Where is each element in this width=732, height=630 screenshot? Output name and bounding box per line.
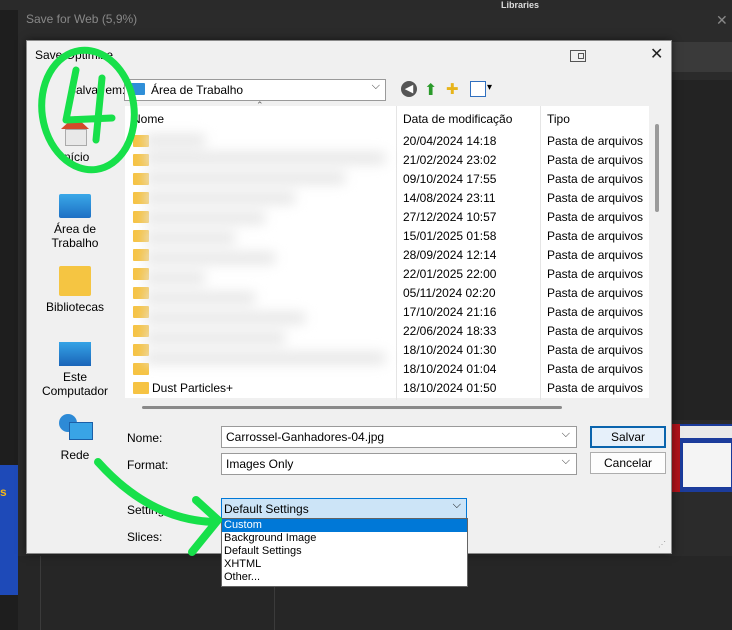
row-date: 22/06/2024 18:33 (403, 324, 497, 338)
row-type: Pasta de arquivos (547, 324, 644, 338)
option-default-settings[interactable]: Default Settings (222, 545, 467, 558)
place-label: Área de Trabalho (51, 222, 99, 250)
table-row[interactable]: Dust Particles+ 18/10/2024 01:50 Pasta de … (125, 378, 649, 397)
home-icon (59, 116, 91, 146)
dialog-title: Save Optimize (35, 48, 114, 62)
save-in-label: Salvar em: (68, 83, 126, 97)
row-type: Pasta de arquivos (547, 172, 644, 186)
row-date: 21/02/2024 23:02 (403, 153, 497, 167)
row-date: 28/09/2024 12:14 (403, 248, 497, 262)
view-menu-icon[interactable] (470, 81, 486, 97)
back-button[interactable]: ◀ (401, 81, 417, 97)
row-type: Pasta de arquivos (547, 153, 644, 167)
sort-ascending-icon: ⌃ (256, 100, 264, 110)
row-type: Pasta de arquivos (547, 248, 644, 262)
option-other[interactable]: Other... (222, 571, 467, 584)
settings-label: Setting (127, 503, 165, 517)
place-rede[interactable]: Rede (30, 414, 120, 462)
row-date: 18/10/2024 01:50 (403, 381, 497, 395)
save-for-web-close-button[interactable]: ✕ (716, 12, 728, 29)
view-menu-chevron-icon[interactable]: ▾ (487, 82, 492, 93)
row-date: 27/12/2024 10:57 (403, 210, 497, 224)
column-header-date[interactable]: Data de modificação (403, 112, 512, 126)
row-type: Pasta de arquivos (547, 381, 644, 395)
save-in-dropdown[interactable]: Área de Trabalho ⌵ (124, 79, 386, 101)
chevron-down-icon[interactable]: ⌵ (562, 428, 570, 441)
vertical-scroll-thumb[interactable] (655, 124, 659, 212)
bg-divider (40, 556, 41, 630)
folder-icon (133, 382, 149, 394)
place-label: Rede (60, 448, 90, 462)
place-label: Início (60, 150, 90, 164)
row-date: 20/04/2024 14:18 (403, 134, 497, 148)
window-icon (570, 50, 586, 62)
chevron-down-icon: ⌵ (371, 80, 380, 92)
filename-value: Carrossel-Ganhadores-04.jpg (226, 430, 385, 444)
place-bibliotecas[interactable]: Bibliotecas (30, 266, 120, 314)
filename-input[interactable]: Carrossel-Ganhadores-04.jpg ⌵ (221, 426, 577, 448)
format-value: Images Only (226, 457, 294, 471)
resize-grip[interactable]: ⋰ (658, 540, 668, 550)
row-type: Pasta de arquivos (547, 191, 644, 205)
column-header-type[interactable]: Tipo (547, 112, 570, 126)
row-name: Dust Particles+ (152, 381, 234, 395)
save-in-value: Área de Trabalho (151, 83, 244, 97)
option-xhtml[interactable]: XHTML (222, 558, 467, 571)
app-top-bar (0, 0, 732, 10)
place-label: Bibliotecas (45, 300, 105, 314)
row-type: Pasta de arquivos (547, 134, 644, 148)
settings-options-list[interactable]: Custom Background Image Default Settings… (221, 518, 468, 587)
name-label: Nome: (127, 431, 163, 445)
row-type: Pasta de arquivos (547, 267, 644, 281)
bg-panel (672, 42, 732, 72)
row-date: 15/01/2025 01:58 (403, 229, 497, 243)
row-type: Pasta de arquivos (547, 286, 644, 300)
dialog-close-button[interactable]: ✕ (650, 44, 663, 64)
save-for-web-title: Save for Web (5,9%) (26, 12, 138, 26)
row-type: Pasta de arquivos (547, 229, 644, 243)
row-date: 05/11/2024 02:20 (403, 286, 496, 300)
row-type: Pasta de arquivos (547, 343, 644, 357)
row-date: 09/10/2024 17:55 (403, 172, 497, 186)
redacted-file-names (145, 130, 390, 380)
option-background-image[interactable]: Background Image (222, 532, 467, 545)
row-type: Pasta de arquivos (547, 362, 644, 376)
row-date: 17/10/2024 21:16 (403, 305, 497, 319)
option-custom[interactable]: Custom (222, 519, 467, 532)
new-folder-button[interactable]: ✚ (446, 80, 459, 98)
network-icon (59, 414, 93, 444)
row-date: 14/08/2024 23:11 (403, 191, 496, 205)
format-dropdown[interactable]: Images Only ⌵ (221, 453, 577, 475)
preview-thumbnail (672, 424, 732, 492)
libraries-icon (59, 266, 91, 296)
settings-value: Default Settings (224, 502, 309, 516)
place-area-de-trabalho[interactable]: Área de Trabalho (30, 190, 120, 250)
format-label: Format: (127, 458, 169, 472)
row-type: Pasta de arquivos (547, 210, 644, 224)
chevron-down-icon: ⌵ (561, 455, 570, 467)
computer-icon (59, 342, 91, 366)
row-date: 22/01/2025 22:00 (403, 267, 497, 281)
desktop-icon (59, 194, 91, 218)
save-button[interactable]: Salvar (590, 426, 666, 448)
row-date: 18/10/2024 01:04 (403, 362, 497, 376)
place-inicio[interactable]: Início (30, 116, 120, 164)
slices-label: Slices: (127, 530, 163, 544)
place-este-computador[interactable]: Este Computador (30, 342, 120, 398)
place-label: Este Computador (41, 370, 109, 398)
row-type: Pasta de arquivos (547, 305, 644, 319)
chevron-down-icon: ⌵ (452, 499, 461, 511)
column-header-name[interactable]: Nome (132, 112, 164, 126)
up-folder-button[interactable]: ⬆ (424, 80, 437, 100)
bg-canvas-text: s (0, 485, 7, 499)
cancel-button[interactable]: Cancelar (590, 452, 666, 474)
bg-canvas-strip: s (0, 465, 18, 595)
row-date: 18/10/2024 01:30 (403, 343, 497, 357)
bg-panel-preview (672, 80, 732, 420)
desktop-icon (131, 83, 145, 95)
horizontal-scrollbar[interactable] (142, 406, 562, 409)
settings-dropdown[interactable]: Default Settings ⌵ (221, 498, 467, 520)
libraries-panel-tab[interactable]: Libraries (495, 0, 571, 10)
